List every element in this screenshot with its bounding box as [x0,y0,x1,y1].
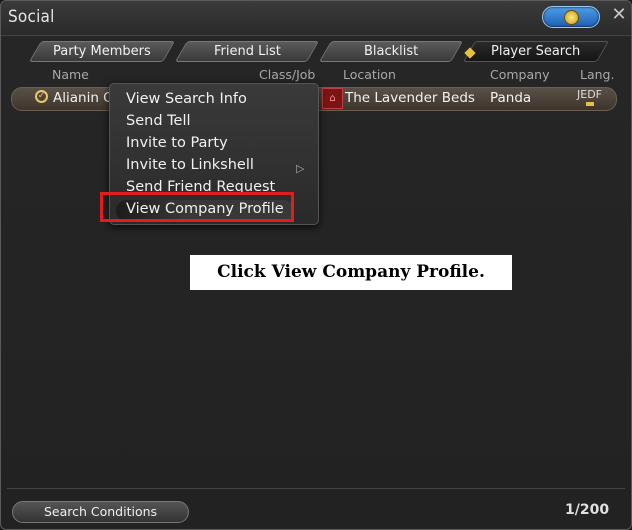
tab-blacklist[interactable]: Blacklist [318,41,464,62]
social-window: Social ✕ Party Members Friend List Black… [0,0,632,530]
close-icon[interactable]: ✕ [609,5,629,25]
tab-friend-list[interactable]: Friend List [174,41,320,62]
search-conditions-button[interactable]: Search Conditions [12,501,189,523]
player-location: The Lavender Beds [345,90,475,106]
player-status-icon: ✓ [35,90,48,103]
player-name: Alianin C [53,90,113,106]
player-languages: JEDF [577,88,602,101]
help-icon [564,10,579,25]
help-button[interactable] [542,6,600,28]
menu-item-invite-to-linkshell[interactable]: Invite to Linkshell [126,157,254,173]
player-company: Panda [490,90,532,106]
menu-item-send-tell[interactable]: Send Tell [126,113,191,129]
triangle-right-icon: ▷ [296,162,305,175]
menu-item-invite-to-party[interactable]: Invite to Party [126,135,228,151]
house-icon: ⌂ [322,88,343,109]
column-header-lang[interactable]: Lang. [580,67,614,82]
tab-player-search[interactable]: Player Search [462,41,610,62]
column-header-class-job[interactable]: Class/Job [259,67,315,82]
column-header-location[interactable]: Location [343,67,396,82]
tab-party-members[interactable]: Party Members [28,41,176,62]
column-header-name[interactable]: Name [52,67,89,82]
title-bar: Social ✕ [1,1,631,36]
result-count: 1/200 [565,502,610,518]
language-indicator [586,102,594,106]
window-title: Social [8,7,55,27]
highlight-box [100,192,294,222]
instruction-caption: Click View Company Profile. [190,255,512,290]
menu-item-view-search-info[interactable]: View Search Info [126,91,247,107]
footer-divider [7,488,625,489]
column-header-company[interactable]: Company [490,67,549,82]
